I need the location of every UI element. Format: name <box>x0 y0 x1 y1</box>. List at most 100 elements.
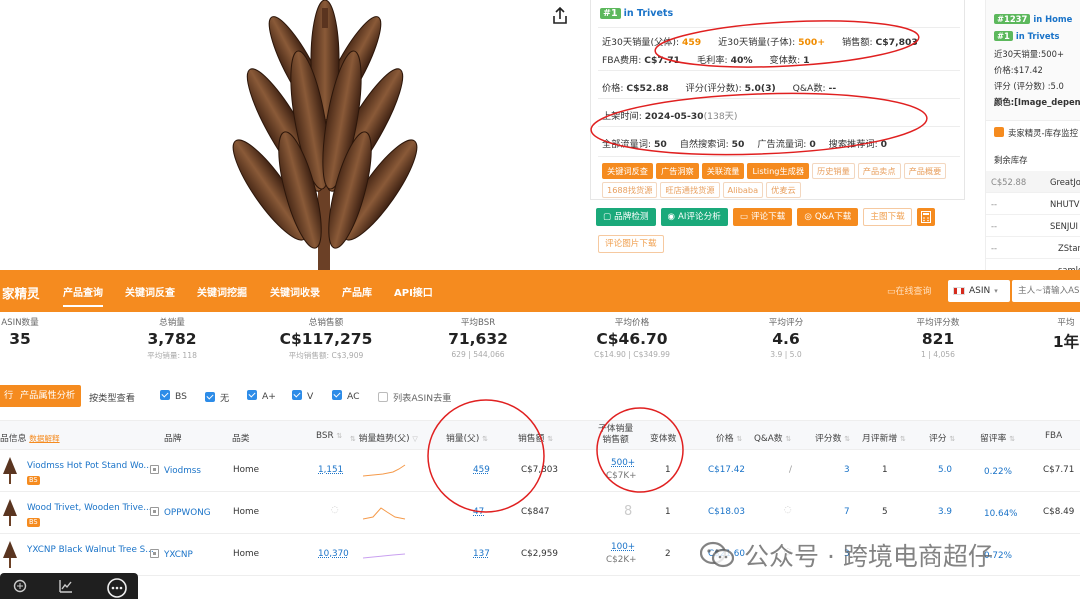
ad-keywords-value[interactable]: 0 <box>809 139 815 150</box>
col-price[interactable]: 价格 ⇅ <box>716 431 742 444</box>
col-rating-count[interactable]: 评分数 ⇅ <box>815 431 850 444</box>
col-trend[interactable]: ⇅ 销量趋势(父) ▽ <box>350 431 418 444</box>
nav-item[interactable]: 关键词挖掘 <box>197 284 247 299</box>
data-explain-link[interactable]: 数据解释 <box>29 434 59 443</box>
tool-tag[interactable]: 旺店通找货源 <box>660 182 720 198</box>
chart-icon[interactable] <box>58 578 74 594</box>
more-icon[interactable] <box>106 577 128 599</box>
price-cell[interactable]: C$18.03 <box>708 507 745 517</box>
product-title[interactable]: YXCNP Black Walnut Tree S... <box>27 545 154 555</box>
side-rank-2-cat[interactable]: in Trivets <box>1016 31 1060 41</box>
share-icon[interactable] <box>550 6 570 26</box>
sales-trend-sparkline[interactable] <box>363 502 407 522</box>
nav-item[interactable]: 关键词反查 <box>125 284 175 299</box>
brand-cell[interactable]: OPPWONG <box>150 507 211 518</box>
col-bsr[interactable]: BSR ⇅ <box>316 431 342 441</box>
inventory-monitor: 卖家精灵-库存监控 剩余库存 C$52.88 GreatJo -- NHUTV -- SE… <box>986 120 1080 281</box>
col-rating[interactable]: 评分 ⇅ <box>929 431 955 444</box>
sales-trend-sparkline[interactable] <box>363 460 407 480</box>
category-cell: Home <box>233 549 259 559</box>
sales-cell[interactable]: 47 <box>473 507 484 517</box>
category-cell: Home <box>233 507 259 517</box>
inventory-price: C$52.88 <box>991 177 1027 187</box>
rating-count-cell[interactable]: 3 <box>844 465 850 475</box>
brand-cell[interactable]: YXCNP <box>150 549 193 560</box>
calculator-icon[interactable] <box>916 208 935 226</box>
stat-label: 平均价格 <box>614 318 650 328</box>
recommend-keywords-value[interactable]: 0 <box>881 139 887 150</box>
nav-item[interactable]: API接口 <box>394 284 433 299</box>
review-image-download-button[interactable]: 评论图片下载 <box>598 235 664 253</box>
review-download-button[interactable]: ▭ 评论下载 <box>732 208 793 226</box>
bsr-cell[interactable]: 10,370 <box>318 549 349 559</box>
checkbox-icon <box>247 390 257 400</box>
openai-icon[interactable] <box>12 578 28 594</box>
all-keywords-value[interactable]: 50 <box>654 139 667 150</box>
online-query-link[interactable]: ▭在线查询 <box>887 284 932 297</box>
all-keywords-label: 全部流量词: <box>602 139 652 150</box>
stat-card: ASIN数量 35 <box>0 316 95 350</box>
sales-cell[interactable]: 459 <box>473 465 490 475</box>
country-select[interactable]: ASIN ▾ <box>948 280 1010 302</box>
col-sales[interactable]: 销量(父) ⇅ <box>446 431 488 444</box>
product-thumbnail[interactable] <box>0 540 20 568</box>
col-trend-label: 销量趋势(父) <box>358 434 410 444</box>
main-image-download-button[interactable]: 主图下载 <box>863 208 912 226</box>
stat-value: C$117,275 <box>279 330 373 348</box>
tool-tag[interactable]: 优麦云 <box>766 182 801 198</box>
col-revenue[interactable]: 销售额 ⇅ <box>518 431 553 444</box>
col-retention[interactable]: 留评率 ⇅ <box>980 431 1015 444</box>
attribute-analysis-button[interactable]: 产品属性分析 <box>14 385 82 407</box>
filter-checkbox[interactable]: A+ <box>247 390 276 402</box>
tool-tag[interactable]: 广告洞察 <box>655 163 699 179</box>
filter-checkbox[interactable]: 无 <box>205 390 229 404</box>
download-icon: ▭ <box>739 212 748 222</box>
qa-download-button[interactable]: ◎ Q&A下载 <box>797 208 859 226</box>
tool-tag[interactable]: 历史销量 <box>812 163 855 179</box>
filter-checkbox[interactable]: V <box>292 390 313 402</box>
bsr-cell[interactable]: 1,151 <box>318 465 343 475</box>
stat-sub: 平均销量: 118 <box>147 351 197 360</box>
brand-check-button[interactable]: ▢ 品牌检测 <box>596 208 656 226</box>
tool-tag[interactable]: 1688找货源 <box>602 182 658 198</box>
rank-category[interactable]: in Trivets <box>624 8 674 19</box>
parent-sales-label: 近30天销量(父体): <box>602 37 680 48</box>
tool-tag[interactable]: 关键词反查 <box>602 163 653 179</box>
tool-tag[interactable]: Alibaba <box>722 182 764 198</box>
tool-tag[interactable]: 关联流量 <box>701 163 745 179</box>
col-child-sales-label-2: 销售额 <box>602 435 629 445</box>
brand-name: Viodmss <box>164 466 201 476</box>
col-qa[interactable]: Q&A数 ⇅ <box>754 431 791 444</box>
tool-tag[interactable]: 产品卖点 <box>857 163 901 179</box>
product-thumbnail[interactable] <box>0 456 20 484</box>
category-cell: Home <box>233 465 259 475</box>
col-revenue-label: 销售额 <box>518 434 545 444</box>
wechat-icon <box>700 541 734 568</box>
asin-search-input[interactable] <box>1012 280 1080 302</box>
nav-item[interactable]: 关键词收录 <box>270 284 320 299</box>
sales-cell[interactable]: 137 <box>473 549 490 559</box>
ai-review-button[interactable]: ◉ AI评论分析 <box>660 208 728 226</box>
filter-checkbox[interactable]: 列表ASIN去重 <box>378 390 451 404</box>
tool-tag[interactable]: 产品概要 <box>903 163 947 179</box>
child-sales-cell[interactable]: 100+ <box>611 542 635 552</box>
product-title[interactable]: Wood Trivet, Wooden Trive... <box>27 503 152 513</box>
side-rank-1-cat[interactable]: in Home <box>1033 14 1072 24</box>
product-title[interactable]: Viodmss Hot Pot Stand Wo... <box>27 461 152 471</box>
brand-cell[interactable]: Viodmss <box>150 465 201 476</box>
col-child-sales[interactable]: 子体销量 销售额 <box>598 424 633 446</box>
product-thumbnail[interactable] <box>0 498 20 526</box>
filter-checkbox[interactable]: BS <box>160 390 187 402</box>
price-cell[interactable]: C$17.42 <box>708 465 745 475</box>
child-sales-label: 近30天销量(子体): <box>718 37 796 48</box>
parent-sales-value: 459 <box>682 37 702 48</box>
child-sales-cell[interactable]: 500+ <box>611 458 635 468</box>
col-monthly-new[interactable]: 月评新增 ⇅ <box>862 431 906 444</box>
nav-item[interactable]: 产品查询 <box>63 284 103 307</box>
filter-checkbox[interactable]: AC <box>332 390 360 402</box>
sales-trend-sparkline[interactable] <box>363 544 407 564</box>
nav-item[interactable]: 产品库 <box>342 284 372 299</box>
tool-tag[interactable]: Listing生成器 <box>747 163 810 179</box>
organic-keywords-value[interactable]: 50 <box>732 139 745 150</box>
rating-count-cell[interactable]: 7 <box>844 507 850 517</box>
